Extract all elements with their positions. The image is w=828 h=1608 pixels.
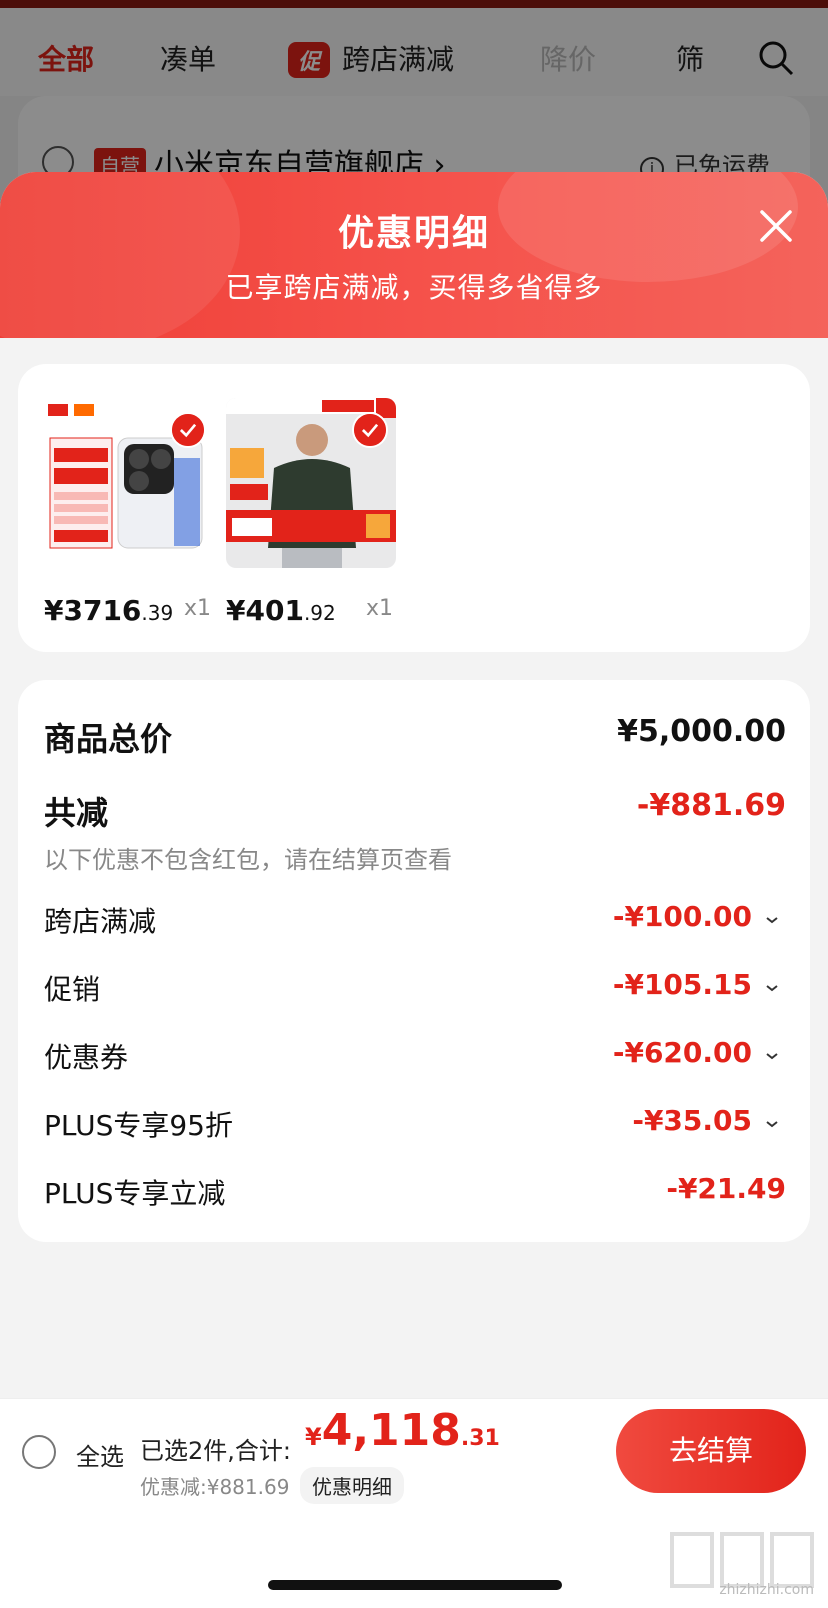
red-packet-note: 以下优惠不包含红包，请在结算页查看 (44, 846, 452, 874)
total-reduction-row: 共减 -¥881.69 (44, 788, 786, 832)
discount-row-plus-95[interactable]: PLUS专享95折 -¥35.05 (44, 1104, 786, 1148)
discount-row-plus-instant: PLUS专享立减 -¥21.49 (44, 1172, 786, 1216)
chevron-down-icon[interactable] (764, 1118, 780, 1130)
discount-label: 跨店满减 (44, 905, 157, 938)
discount-label: PLUS专享95折 (44, 1109, 233, 1142)
discount-detail-sheet: 优惠明细 已享跨店满减，买得多省得多 ¥3716.39 x1 ¥401.92 x… (0, 172, 828, 1608)
discount-row-cross-store[interactable]: 跨店满减 -¥100.00 (44, 900, 786, 944)
sheet-header: 优惠明细 已享跨店满减，买得多省得多 (0, 172, 828, 338)
chevron-down-icon[interactable] (764, 982, 780, 994)
product-price: ¥3716.39 (44, 594, 174, 627)
chevron-down-icon[interactable] (764, 1050, 780, 1062)
total-price-row: 商品总价 ¥5,000.00 (44, 714, 786, 758)
product-thumbnail[interactable] (226, 398, 396, 568)
discount-detail-button[interactable]: 优惠明细 (300, 1467, 404, 1504)
checked-icon (170, 412, 206, 448)
total-reduction-label: 共减 (44, 794, 109, 832)
sheet-subtitle: 已享跨店满减，买得多省得多 (225, 271, 603, 304)
product-price-row: ¥401.92 x1 (226, 594, 406, 628)
checkout-button[interactable]: 去结算 (616, 1409, 806, 1493)
home-indicator (268, 1580, 562, 1590)
total-reduction-amount: -¥881.69 (636, 788, 786, 823)
product-price: ¥401.92 (226, 594, 336, 627)
discount-label: 促销 (44, 973, 101, 1006)
product-qty: x1 (366, 596, 394, 621)
discount-amount: -¥105.15 (612, 968, 752, 1001)
product-item[interactable]: ¥3716.39 x1 (44, 398, 214, 627)
select-all-radio[interactable] (22, 1435, 56, 1469)
discount-label: PLUS专享立减 (44, 1177, 226, 1210)
checked-icon (352, 412, 388, 448)
discount-amount: -¥21.49 (666, 1172, 786, 1205)
price-summary-card: 商品总价 ¥5,000.00 共减 -¥881.69 以下优惠不包含红包，请在结… (18, 680, 810, 1242)
watermark-text: zhizhizhi.com (719, 1582, 814, 1598)
discount-amount: -¥35.05 (632, 1104, 752, 1137)
selected-summary: 已选2件,合计: (140, 1437, 291, 1465)
total-price-amount: ¥5,000.00 (617, 714, 786, 749)
close-icon[interactable] (754, 204, 798, 248)
discount-summary: 优惠减:¥881.69 (140, 1475, 290, 1499)
discount-amount: -¥100.00 (612, 900, 752, 933)
total-price-label: 商品总价 (44, 720, 173, 758)
discount-label: 优惠券 (44, 1041, 129, 1074)
discount-amount: -¥620.00 (612, 1036, 752, 1069)
product-qty: x1 (184, 596, 212, 621)
product-item[interactable]: ¥401.92 x1 (226, 398, 396, 627)
total-amount: ¥4,118.31 (305, 1405, 500, 1456)
discount-row-promotion[interactable]: 促销 -¥105.15 (44, 968, 786, 1012)
select-all-label[interactable]: 全选 (76, 1437, 124, 1472)
products-card: ¥3716.39 x1 ¥401.92 x1 (18, 364, 810, 652)
chevron-down-icon[interactable] (764, 914, 780, 926)
sheet-title: 优惠明细 (337, 213, 490, 254)
product-thumbnail[interactable] (44, 398, 214, 568)
product-price-row: ¥3716.39 x1 (44, 594, 224, 628)
discount-row-coupon[interactable]: 优惠券 -¥620.00 (44, 1036, 786, 1080)
